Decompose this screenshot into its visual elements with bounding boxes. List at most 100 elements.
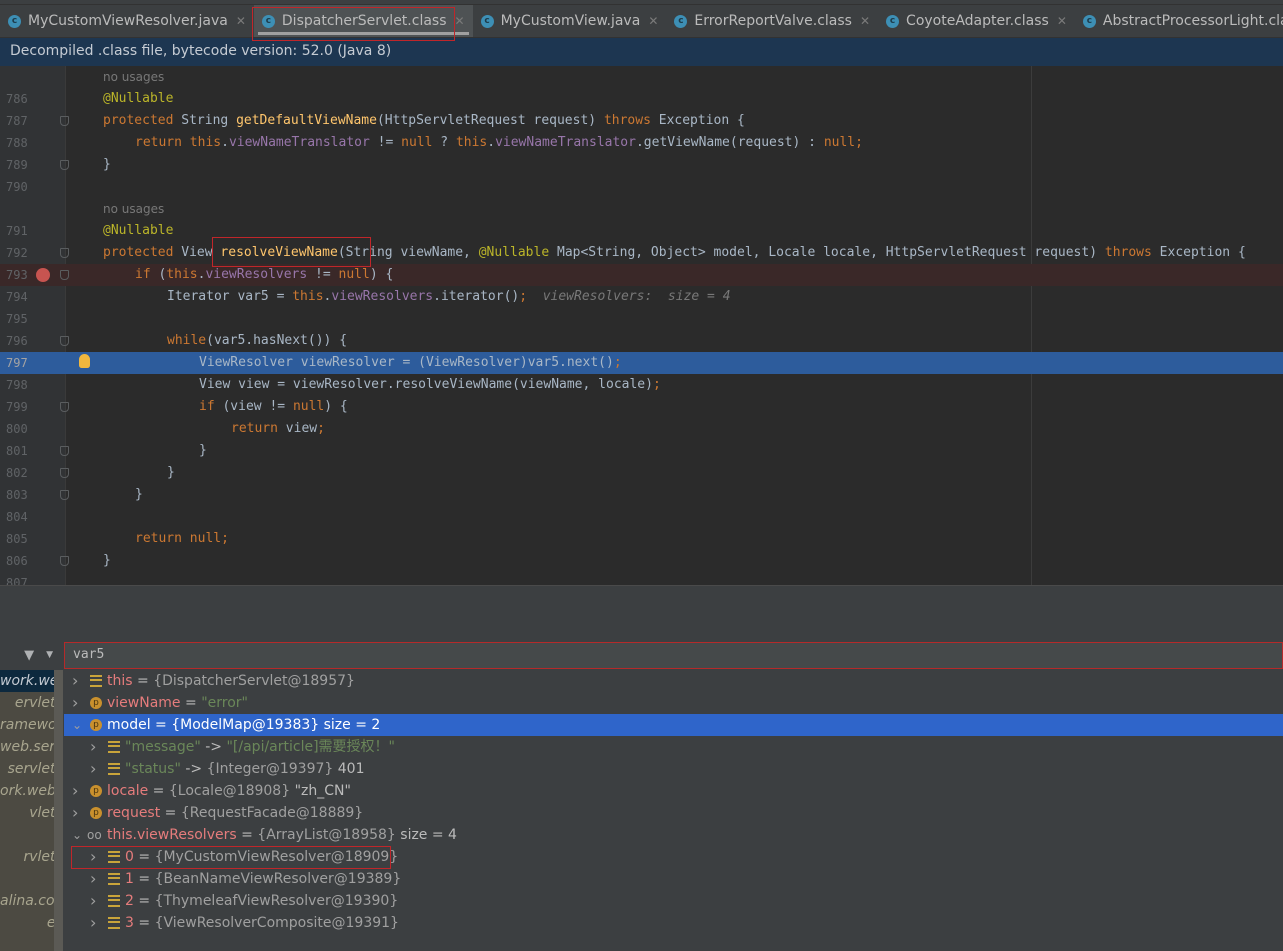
line-number[interactable]: 791 — [6, 220, 32, 242]
line-number[interactable]: 790 — [6, 176, 32, 198]
line-number[interactable]: 797 — [6, 352, 32, 374]
line-number[interactable]: 806 — [6, 550, 32, 572]
line-number[interactable]: 787 — [6, 110, 32, 132]
line-number[interactable]: 800 — [6, 418, 32, 440]
line-number[interactable]: 805 — [6, 528, 32, 550]
watch-expression-input[interactable]: var5 — [64, 642, 1283, 669]
chevron-right-icon[interactable]: › — [72, 670, 78, 692]
code-token: getDefaultViewName — [236, 113, 377, 128]
line-number[interactable]: 802 — [6, 462, 32, 484]
tab-coyoteadapter-class[interactable]: c CoyoteAdapter.class ✕ — [878, 5, 1075, 37]
field-icon — [108, 873, 120, 885]
code-text: protected View resolveViewName(String vi… — [103, 242, 1246, 264]
fold-icon[interactable] — [60, 116, 69, 126]
line-number[interactable]: 786 — [6, 88, 32, 110]
code-token: . — [221, 135, 229, 150]
variable-value: {ArrayList@18958} — [257, 827, 396, 843]
line-number[interactable]: 789 — [6, 154, 32, 176]
chevron-right-icon[interactable]: › — [90, 736, 96, 758]
line-number[interactable]: 801 — [6, 440, 32, 462]
line-number[interactable]: 798 — [6, 374, 32, 396]
variable-row[interactable]: › p viewName = "error" — [64, 692, 1283, 714]
variable-row[interactable]: › "message" -> "[/api/article]需要授权！" — [64, 736, 1283, 758]
code-text: } — [167, 462, 175, 484]
variable-row[interactable]: ⌄ p model = {ModelMap@19383} size = 2 — [64, 714, 1283, 736]
fold-icon[interactable] — [60, 490, 69, 500]
line-number[interactable]: 803 — [6, 484, 32, 506]
variable-row[interactable]: › 3 = {ViewResolverComposite@19391} — [64, 912, 1283, 934]
code-text: } — [199, 440, 207, 462]
variable-row[interactable]: › p locale = {Locale@18908} "zh_CN" — [64, 780, 1283, 802]
code-token: viewResolvers: size = 4 — [527, 289, 731, 304]
tab-mycustomview-java[interactable]: c MyCustomView.java ✕ — [473, 5, 667, 37]
tab-dispatcherservlet-class[interactable]: c DispatcherServlet.class ✕ — [253, 5, 473, 37]
line-number[interactable]: 792 — [6, 242, 32, 264]
frames-filter[interactable]: ▼ ▼ — [0, 641, 63, 669]
variable-row[interactable]: ⌄ oo this.viewResolvers = {ArrayList@18958… — [64, 824, 1283, 846]
chevron-right-icon[interactable]: › — [90, 890, 96, 912]
fold-icon[interactable] — [60, 468, 69, 478]
code-line: 799 if (view != null) { — [0, 396, 1283, 418]
variable-row[interactable]: › 0 = {MyCustomViewResolver@18909} — [64, 846, 1283, 868]
dropdown-arrow-icon[interactable]: ▼ — [46, 650, 53, 660]
fold-icon[interactable] — [60, 446, 69, 456]
close-icon[interactable]: ✕ — [1057, 14, 1067, 28]
line-number[interactable]: 794 — [6, 286, 32, 308]
tab-mycustomviewresolver-java[interactable]: c MyCustomViewResolver.java ✕ — [0, 5, 254, 37]
fold-icon[interactable] — [60, 556, 69, 566]
chevron-right-icon[interactable]: › — [72, 692, 78, 714]
chevron-right-icon[interactable]: › — [90, 846, 96, 868]
variable-row[interactable]: › "status" -> {Integer@19397} 401 — [64, 758, 1283, 780]
code-token: null — [292, 399, 325, 414]
code-line: 791 @Nullable — [0, 220, 1283, 242]
line-number[interactable]: 807 — [6, 572, 32, 585]
chevron-down-icon[interactable]: ⌄ — [72, 714, 82, 736]
line-number[interactable]: 804 — [6, 506, 32, 528]
code-editor[interactable]: no usages 786 @Nullable 787 protected String… — [0, 66, 1283, 585]
variable-row[interactable]: › 2 = {ThymeleafViewResolver@19390} — [64, 890, 1283, 912]
frames-scrollbar[interactable] — [54, 670, 63, 951]
fold-icon[interactable] — [60, 270, 69, 280]
lightbulb-icon[interactable] — [79, 354, 90, 368]
variable-value: size = 2 — [319, 717, 381, 733]
variable-row[interactable]: › 1 = {BeanNameViewResolver@19389} — [64, 868, 1283, 890]
chevron-right-icon[interactable]: › — [90, 868, 96, 890]
close-icon[interactable]: ✕ — [648, 14, 658, 28]
chevron-down-icon[interactable]: ⌄ — [72, 824, 82, 846]
close-icon[interactable]: ✕ — [236, 14, 246, 28]
line-number[interactable]: 796 — [6, 330, 32, 352]
tab-abstractprocessorlight-class[interactable]: cAbstractProcessorLight.class✕ — [1075, 5, 1283, 37]
code-token: return — [231, 421, 286, 436]
chevron-right-icon[interactable]: › — [72, 802, 78, 824]
field-icon — [90, 675, 102, 687]
code-token: while — [167, 333, 207, 348]
code-text: if (view != null) { — [199, 396, 348, 418]
code-token: (var5.hasNext()) { — [206, 333, 348, 348]
variable-value: {Locale@18908} — [168, 783, 291, 799]
variables-tree[interactable]: › this = {DispatcherServlet@18957} › p viewN… — [64, 670, 1283, 951]
variable-name: locale — [107, 783, 149, 799]
line-number[interactable]: 795 — [6, 308, 32, 330]
line-number[interactable]: 799 — [6, 396, 32, 418]
chevron-right-icon[interactable]: › — [72, 780, 78, 802]
code-token: null — [823, 135, 856, 150]
close-icon[interactable]: ✕ — [455, 14, 465, 28]
fold-icon[interactable] — [60, 160, 69, 170]
fold-icon[interactable] — [60, 402, 69, 412]
filter-icon[interactable]: ▼ — [24, 648, 34, 663]
code-token: this — [292, 289, 324, 304]
chevron-right-icon[interactable]: › — [90, 758, 96, 780]
code-token: (HttpServletRequest request) — [376, 113, 604, 128]
line-number[interactable]: 793 — [6, 264, 32, 286]
close-icon[interactable]: ✕ — [860, 14, 870, 28]
tab-errorreportvalve-class[interactable]: c ErrorReportValve.class ✕ — [666, 5, 878, 37]
code-line: 800 return view; — [0, 418, 1283, 440]
line-number[interactable]: 788 — [6, 132, 32, 154]
chevron-right-icon[interactable]: › — [90, 912, 96, 934]
fold-icon[interactable] — [60, 336, 69, 346]
fold-icon[interactable] — [60, 248, 69, 258]
variable-row[interactable]: › p request = {RequestFacade@18889} — [64, 802, 1283, 824]
variable-row[interactable]: › this = {DispatcherServlet@18957} — [64, 670, 1283, 692]
breakpoint-icon[interactable] — [36, 268, 50, 282]
code-text: @Nullable — [103, 220, 173, 242]
